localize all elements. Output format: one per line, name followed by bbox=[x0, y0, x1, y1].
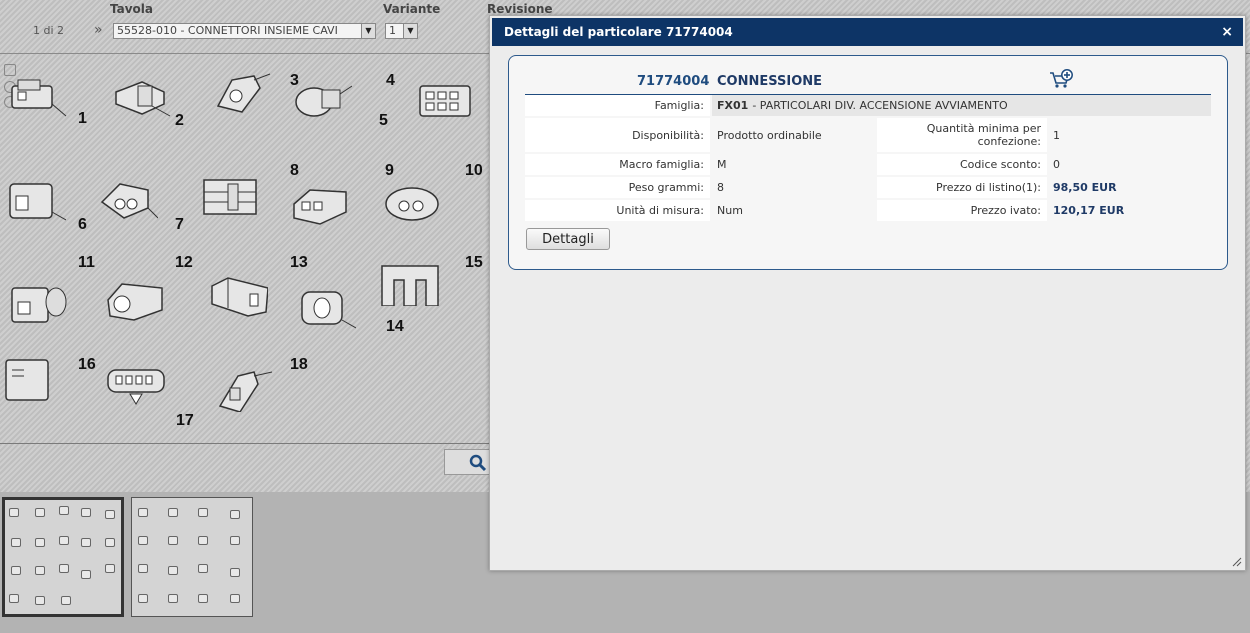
variante-select-value: 1 bbox=[389, 24, 396, 37]
part-drawing-9[interactable] bbox=[290, 182, 350, 226]
part-details-card: 71774004 CONNESSIONE Famiglia: FX01 - PA… bbox=[508, 55, 1228, 270]
part-drawing-2[interactable] bbox=[112, 74, 172, 118]
prezzo-listino-label: Prezzo di listino(1): bbox=[877, 177, 1047, 198]
part-number[interactable]: 13 bbox=[290, 254, 308, 272]
part-drawing-1[interactable] bbox=[8, 74, 68, 118]
part-drawing-13[interactable] bbox=[208, 274, 269, 318]
part-code: 71774004 bbox=[637, 74, 710, 89]
part-drawing-6[interactable] bbox=[6, 178, 67, 222]
peso-value: 8 bbox=[717, 181, 724, 194]
part-number[interactable]: 6 bbox=[78, 216, 87, 234]
resize-grip-icon[interactable] bbox=[1232, 557, 1242, 567]
dettagli-button[interactable]: Dettagli bbox=[526, 228, 610, 250]
famiglia-description: - PARTICOLARI DIV. ACCENSIONE AVVIAMENTO bbox=[752, 99, 1008, 112]
part-number[interactable]: 14 bbox=[386, 318, 404, 336]
quantita-label: Quantità minima per confezione: bbox=[877, 118, 1047, 152]
famiglia-value: FX01 - PARTICOLARI DIV. ACCENSIONE AVVIA… bbox=[712, 95, 1211, 116]
unita-misura-value: Num bbox=[717, 204, 743, 217]
disponibilita-value: Prodotto ordinabile bbox=[717, 128, 822, 142]
part-number[interactable]: 1 bbox=[78, 110, 87, 128]
tavola-select-value: 55528-010 - CONNETTORI INSIEME CAVI bbox=[117, 24, 338, 37]
prezzo-listino-value: 98,50 EUR bbox=[1053, 181, 1117, 194]
part-drawing-15[interactable] bbox=[380, 262, 440, 307]
codice-sconto-value: 0 bbox=[1053, 158, 1060, 171]
part-drawing-7[interactable] bbox=[98, 176, 159, 220]
search-button[interactable] bbox=[444, 449, 489, 475]
part-drawing-3[interactable] bbox=[212, 70, 272, 114]
search-icon bbox=[469, 454, 487, 472]
peso-label: Peso grammi: bbox=[525, 177, 710, 198]
famiglia-label: Famiglia: bbox=[525, 95, 710, 116]
part-drawing-16[interactable] bbox=[4, 358, 64, 402]
part-drawing-10[interactable] bbox=[384, 180, 444, 224]
part-drawing-11[interactable] bbox=[8, 282, 68, 326]
part-name: CONNESSIONE bbox=[717, 74, 823, 89]
revisione-label: Revisione bbox=[487, 2, 553, 16]
part-drawing-17[interactable] bbox=[106, 366, 166, 410]
part-drawing-5[interactable] bbox=[414, 78, 474, 122]
dialog-header[interactable]: Dettagli del particolare 71774004 × bbox=[492, 18, 1243, 46]
part-number[interactable]: 15 bbox=[465, 254, 483, 272]
tavola-select[interactable]: 55528-010 - CONNETTORI INSIEME CAVI ▼ bbox=[113, 23, 376, 39]
macro-famiglia-value: M bbox=[717, 158, 727, 171]
prezzo-ivato-value: 120,17 EUR bbox=[1053, 204, 1125, 217]
thumbnail-page-2[interactable] bbox=[131, 497, 253, 617]
dialog-title: Dettagli del particolare 71774004 bbox=[504, 25, 733, 39]
variante-select[interactable]: 1 ▼ bbox=[385, 23, 418, 39]
chevron-down-icon: ▼ bbox=[403, 24, 417, 38]
part-number[interactable]: 8 bbox=[290, 162, 299, 180]
part-number[interactable]: 18 bbox=[290, 356, 308, 374]
add-to-cart-icon[interactable] bbox=[1049, 69, 1073, 89]
variante-label: Variante bbox=[383, 2, 441, 16]
part-details-dialog: Dettagli del particolare 71774004 × 7177… bbox=[489, 15, 1246, 571]
part-drawing-8[interactable] bbox=[200, 174, 260, 218]
page-count: 1 di 2 bbox=[33, 24, 65, 37]
part-number[interactable]: 11 bbox=[78, 254, 95, 272]
part-drawing-4[interactable] bbox=[292, 76, 353, 120]
disponibilita-label: Disponibilità: bbox=[525, 118, 710, 152]
thumbnail-page-1[interactable] bbox=[2, 497, 124, 617]
close-icon[interactable]: × bbox=[1221, 18, 1233, 46]
part-number[interactable]: 2 bbox=[175, 112, 184, 130]
part-number[interactable]: 16 bbox=[78, 356, 96, 374]
part-drawing-12[interactable] bbox=[104, 278, 164, 322]
part-number[interactable]: 17 bbox=[176, 412, 194, 430]
part-number[interactable]: 12 bbox=[175, 254, 193, 272]
part-number[interactable]: 10 bbox=[465, 162, 483, 180]
part-number[interactable]: 9 bbox=[385, 162, 394, 180]
famiglia-code: FX01 bbox=[717, 99, 749, 112]
parts-drawing[interactable]: 1 2 3 4 5 6 7 8 9 10 11 12 13 14 15 16 1… bbox=[0, 56, 489, 444]
next-page-button[interactable]: » bbox=[94, 22, 103, 38]
chevron-down-icon: ▼ bbox=[361, 24, 375, 38]
part-drawing-14[interactable] bbox=[296, 286, 357, 330]
part-drawing-18[interactable] bbox=[214, 368, 274, 413]
codice-sconto-label: Codice sconto: bbox=[877, 154, 1047, 175]
macro-famiglia-label: Macro famiglia: bbox=[525, 154, 710, 175]
tavola-label: Tavola bbox=[110, 2, 154, 16]
unita-misura-label: Unità di misura: bbox=[525, 200, 710, 221]
prezzo-ivato-label: Prezzo ivato: bbox=[877, 200, 1047, 221]
quantita-value: 1 bbox=[1053, 128, 1060, 142]
part-number[interactable]: 4 bbox=[386, 72, 395, 90]
part-number[interactable]: 7 bbox=[175, 216, 184, 234]
part-number[interactable]: 5 bbox=[379, 112, 388, 130]
